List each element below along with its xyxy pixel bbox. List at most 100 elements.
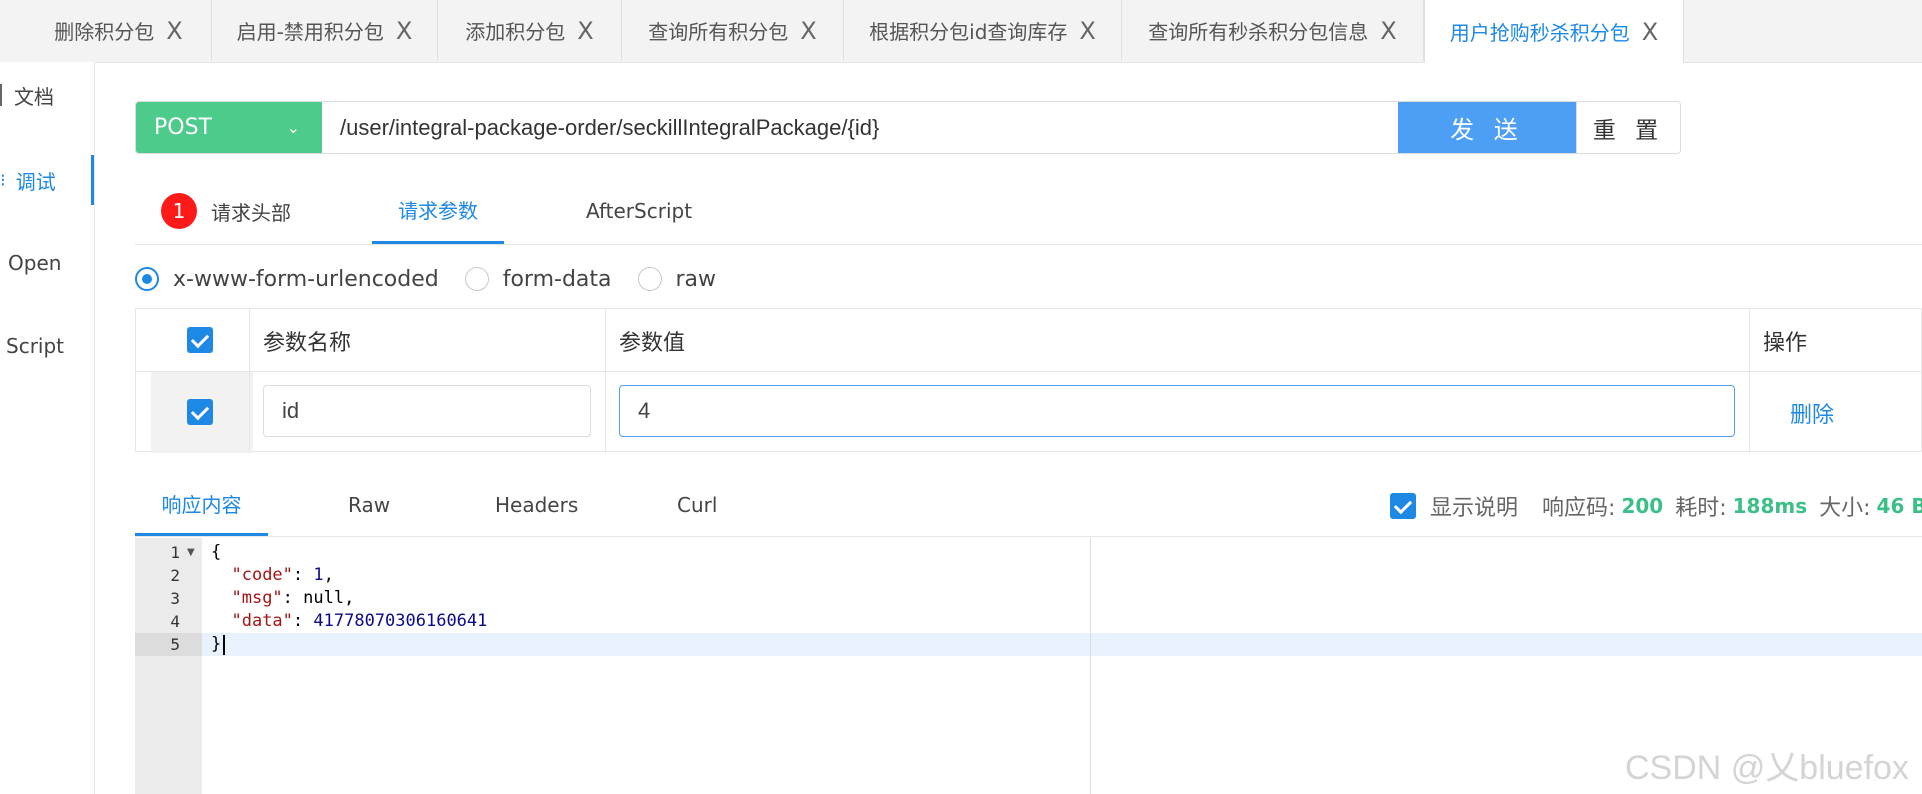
count-badge: 1 bbox=[161, 193, 197, 229]
tab-response-content[interactable]: 响应内容 bbox=[135, 474, 268, 536]
status-code-value: 200 bbox=[1621, 494, 1664, 518]
sidebar-item-label: Open bbox=[8, 251, 62, 275]
tab-delete-package[interactable]: 删除积分包 X bbox=[0, 0, 212, 61]
tab-request-headers[interactable]: 1 请求头部 bbox=[161, 178, 291, 244]
tab-curl[interactable]: Curl bbox=[677, 474, 717, 536]
tab-label: 添加积分包 bbox=[465, 20, 566, 44]
sidebar-item-debug[interactable]: ⁝ 调试 bbox=[0, 155, 94, 205]
tab-query-seckill-packages[interactable]: 查询所有秒杀积分包信息 X bbox=[1122, 0, 1424, 61]
fold-arrow-icon[interactable]: ▼ bbox=[187, 547, 195, 558]
column-divider bbox=[1749, 309, 1750, 453]
radio-icon bbox=[135, 267, 159, 291]
code-line: "data": 41778070306160641 bbox=[211, 611, 487, 631]
http-method-select[interactable]: POST ⌄ bbox=[136, 102, 322, 153]
menu-dots-icon: ⁝ bbox=[0, 169, 6, 191]
chevron-down-icon: ⌄ bbox=[286, 118, 300, 137]
line-number: 1 bbox=[170, 543, 180, 562]
close-icon[interactable]: X bbox=[1642, 20, 1658, 44]
line-number: 5 bbox=[170, 635, 180, 654]
row-checkbox[interactable] bbox=[187, 399, 213, 425]
show-description-checkbox[interactable] bbox=[1390, 493, 1416, 519]
sidebar-item-script[interactable]: Script bbox=[0, 321, 94, 371]
radio-urlencoded[interactable]: x-www-form-urlencoded bbox=[135, 267, 439, 292]
select-all-checkbox[interactable] bbox=[187, 327, 213, 353]
response-tabs: 响应内容 Raw Headers Curl 显示说明 响应码: 200 耗时: … bbox=[135, 474, 1922, 537]
watermark: CSDN @乂bluefox bbox=[1625, 749, 1909, 787]
tab-user-seckill-purchase[interactable]: 用户抢购秒杀积分包 X bbox=[1424, 0, 1684, 63]
close-icon[interactable]: X bbox=[1380, 19, 1396, 43]
table-header-row bbox=[136, 309, 1921, 372]
tab-label: Headers bbox=[495, 493, 579, 517]
tab-headers[interactable]: Headers bbox=[495, 474, 578, 536]
tab-after-script[interactable]: AfterScript bbox=[586, 178, 692, 244]
tab-label: Raw bbox=[348, 493, 391, 517]
active-line-highlight bbox=[202, 633, 1922, 656]
tab-label: 根据积分包id查询库存 bbox=[869, 20, 1068, 44]
radio-label: form-data bbox=[502, 266, 612, 292]
tab-label: 响应内容 bbox=[161, 493, 242, 517]
code-line: { bbox=[211, 542, 221, 562]
line-number: 3 bbox=[170, 589, 180, 608]
tab-raw[interactable]: Raw bbox=[348, 474, 390, 536]
show-description-label: 显示说明 bbox=[1430, 496, 1519, 521]
response-size-value: 46 B bbox=[1876, 494, 1922, 518]
tab-label: 请求参数 bbox=[398, 199, 478, 223]
tab-label: 查询所有积分包 bbox=[648, 20, 789, 44]
text-cursor bbox=[223, 635, 225, 655]
tab-label: 请求头部 bbox=[211, 200, 291, 225]
close-icon[interactable]: X bbox=[800, 19, 816, 43]
params-table: 参数名称 参数值 操作 删除 bbox=[135, 308, 1922, 453]
json-key: "data" bbox=[231, 611, 293, 631]
tab-add-package[interactable]: 添加积分包 X bbox=[438, 0, 622, 61]
close-icon[interactable]: X bbox=[1079, 19, 1095, 43]
param-name-input[interactable] bbox=[263, 385, 591, 437]
close-icon[interactable]: X bbox=[166, 19, 182, 43]
tab-label: 删除积分包 bbox=[54, 20, 155, 44]
json-value: 41778070306160641 bbox=[313, 611, 488, 631]
response-size-label: 大小: bbox=[1819, 496, 1871, 521]
json-value: null bbox=[303, 588, 345, 608]
request-tab-strip: 删除积分包 X 启用-禁用积分包 X 添加积分包 X 查询所有积分包 X 根据积… bbox=[0, 0, 1922, 63]
tab-label: 启用-禁用积分包 bbox=[236, 20, 384, 44]
column-header-action: 操作 bbox=[1763, 331, 1808, 356]
radio-raw[interactable]: raw bbox=[637, 266, 717, 292]
param-value-input[interactable] bbox=[619, 385, 1735, 437]
elapsed-time-label: 耗时: bbox=[1675, 496, 1727, 521]
tab-query-stock-by-id[interactable]: 根据积分包id查询库存 X bbox=[844, 0, 1122, 61]
code-line: "code": 1, bbox=[211, 565, 333, 585]
code-line: "msg": null, bbox=[211, 588, 354, 608]
sidebar-item-label: Script bbox=[6, 334, 65, 358]
code-line: } bbox=[211, 634, 221, 654]
column-header-value: 参数值 bbox=[619, 331, 686, 356]
line-number: 4 bbox=[170, 612, 180, 631]
column-divider bbox=[249, 309, 250, 453]
tab-toggle-package[interactable]: 启用-禁用积分包 X bbox=[212, 0, 438, 61]
close-icon[interactable]: X bbox=[577, 19, 593, 43]
json-sep: : bbox=[292, 611, 314, 631]
sidebar-item-label: 调试 bbox=[15, 169, 56, 194]
sidebar-item-open[interactable]: Open bbox=[0, 238, 94, 288]
radio-label: raw bbox=[675, 266, 717, 292]
tab-label: AfterScript bbox=[586, 199, 693, 223]
line-number: 2 bbox=[170, 566, 180, 585]
code-text: } bbox=[211, 634, 222, 654]
request-url-bar: POST ⌄ 发 送 重 置 bbox=[135, 101, 1681, 154]
tab-query-all-packages[interactable]: 查询所有积分包 X bbox=[622, 0, 844, 61]
tab-label: Curl bbox=[677, 493, 718, 517]
reset-button[interactable]: 重 置 bbox=[1576, 102, 1680, 153]
tab-request-params[interactable]: 请求参数 bbox=[372, 178, 504, 244]
divider bbox=[0, 84, 2, 106]
radio-label: x-www-form-urlencoded bbox=[173, 266, 439, 292]
json-sep: : bbox=[282, 588, 304, 608]
status-code-label: 响应码: bbox=[1542, 496, 1616, 521]
send-button[interactable]: 发 送 bbox=[1398, 102, 1576, 153]
radio-form-data[interactable]: form-data bbox=[464, 266, 612, 292]
sidebar-item-docs[interactable]: 文档 bbox=[0, 70, 94, 120]
radio-icon bbox=[464, 267, 489, 291]
sidebar-item-label: 文档 bbox=[14, 84, 54, 109]
json-value: 1 bbox=[313, 565, 324, 585]
close-icon[interactable]: X bbox=[396, 19, 412, 43]
print-margin bbox=[1090, 538, 1091, 794]
delete-param-link[interactable]: 删除 bbox=[1790, 397, 1834, 429]
url-input[interactable] bbox=[322, 102, 1398, 153]
